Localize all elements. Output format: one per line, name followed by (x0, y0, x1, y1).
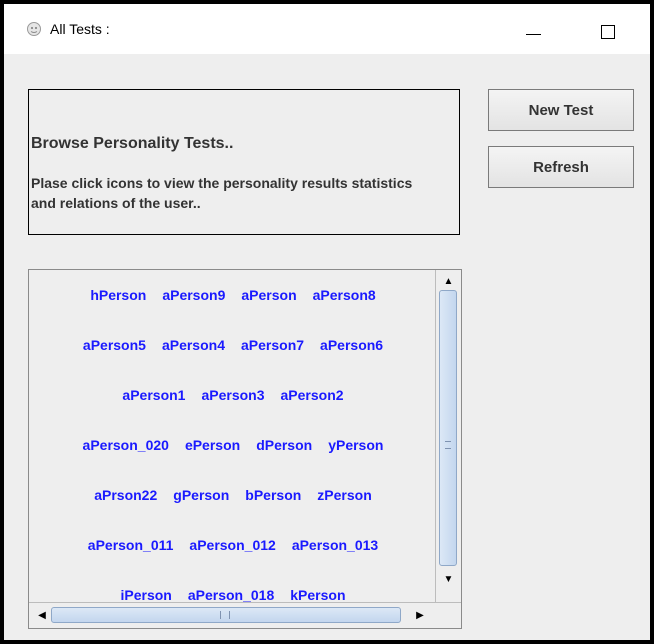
title-bar[interactable]: All Tests : (4, 4, 650, 54)
scroll-up-arrow-icon[interactable]: ▲ (436, 272, 461, 290)
vertical-scrollbar[interactable]: ▲ ▼ (435, 270, 461, 604)
person-link[interactable]: aPerson6 (320, 337, 383, 353)
scroll-left-arrow-icon[interactable]: ◀ (33, 603, 51, 628)
person-link[interactable]: zPerson (317, 487, 371, 503)
info-panel: Browse Personality Tests.. Plase click i… (28, 89, 460, 235)
new-test-button[interactable]: New Test (488, 89, 634, 131)
scroll-grip-icon (220, 611, 230, 619)
person-link[interactable]: ePerson (185, 437, 240, 453)
person-link[interactable]: bPerson (245, 487, 301, 503)
person-link[interactable]: dPerson (256, 437, 312, 453)
person-row: aPerson5 aPerson4 aPerson7 aPerson6 (29, 330, 437, 360)
vertical-scroll-thumb[interactable] (439, 290, 457, 566)
person-row: iPerson aPerson_018 kPerson (29, 580, 437, 604)
person-link[interactable]: aPrson22 (94, 487, 157, 503)
person-row: aPrson22 gPerson bPerson zPerson (29, 480, 437, 510)
person-link[interactable]: aPerson5 (83, 337, 146, 353)
person-link[interactable]: aPerson3 (201, 387, 264, 403)
refresh-button[interactable]: Refresh (488, 146, 634, 188)
person-scroll-pane[interactable]: hPerson aPerson9 aPerson aPerson8 aPerson5 aP… (28, 269, 462, 629)
all-tests-window: All Tests : Browse Personality Tests.. P… (0, 0, 654, 644)
person-row: aPerson_011 aPerson_012 aPerson_013 (29, 530, 437, 560)
scroll-grip-icon (445, 441, 451, 449)
minimize-button[interactable] (518, 16, 548, 46)
horizontal-scrollbar[interactable]: ◀ ▶ (29, 602, 461, 628)
person-link[interactable]: aPerson1 (122, 387, 185, 403)
person-link[interactable]: aPerson (241, 287, 296, 303)
person-row: aPerson_020 ePerson dPerson yPerson (29, 430, 437, 460)
person-link[interactable]: aPerson_011 (88, 537, 174, 553)
person-link[interactable]: aPerson_012 (189, 537, 275, 553)
person-link[interactable]: aPerson8 (313, 287, 376, 303)
app-mask-icon (27, 22, 41, 36)
maximize-button[interactable] (594, 18, 624, 48)
person-link[interactable]: iPerson (120, 587, 171, 603)
person-link[interactable]: yPerson (328, 437, 383, 453)
scroll-down-arrow-icon[interactable]: ▼ (436, 570, 461, 588)
person-link[interactable]: hPerson (90, 287, 146, 303)
info-text: Plase click icons to view the personalit… (31, 175, 413, 211)
person-link[interactable]: gPerson (173, 487, 229, 503)
person-link[interactable]: aPerson_020 (83, 437, 169, 453)
person-link[interactable]: aPerson_018 (188, 587, 274, 603)
person-link[interactable]: aPerson2 (281, 387, 344, 403)
person-link[interactable]: aPerson4 (162, 337, 225, 353)
scroll-right-arrow-icon[interactable]: ▶ (411, 603, 429, 628)
horizontal-scroll-thumb[interactable] (51, 607, 401, 623)
person-row: aPerson1 aPerson3 aPerson2 (29, 380, 437, 410)
person-link[interactable]: aPerson_013 (292, 537, 378, 553)
person-link[interactable]: kPerson (290, 587, 345, 603)
info-heading: Browse Personality Tests.. (31, 135, 234, 152)
person-link[interactable]: aPerson9 (162, 287, 225, 303)
person-link[interactable]: aPerson7 (241, 337, 304, 353)
window-title: All Tests : (50, 21, 110, 37)
person-list: hPerson aPerson9 aPerson aPerson8 aPerson5 aP… (29, 270, 437, 604)
person-row: hPerson aPerson9 aPerson aPerson8 (29, 280, 437, 310)
